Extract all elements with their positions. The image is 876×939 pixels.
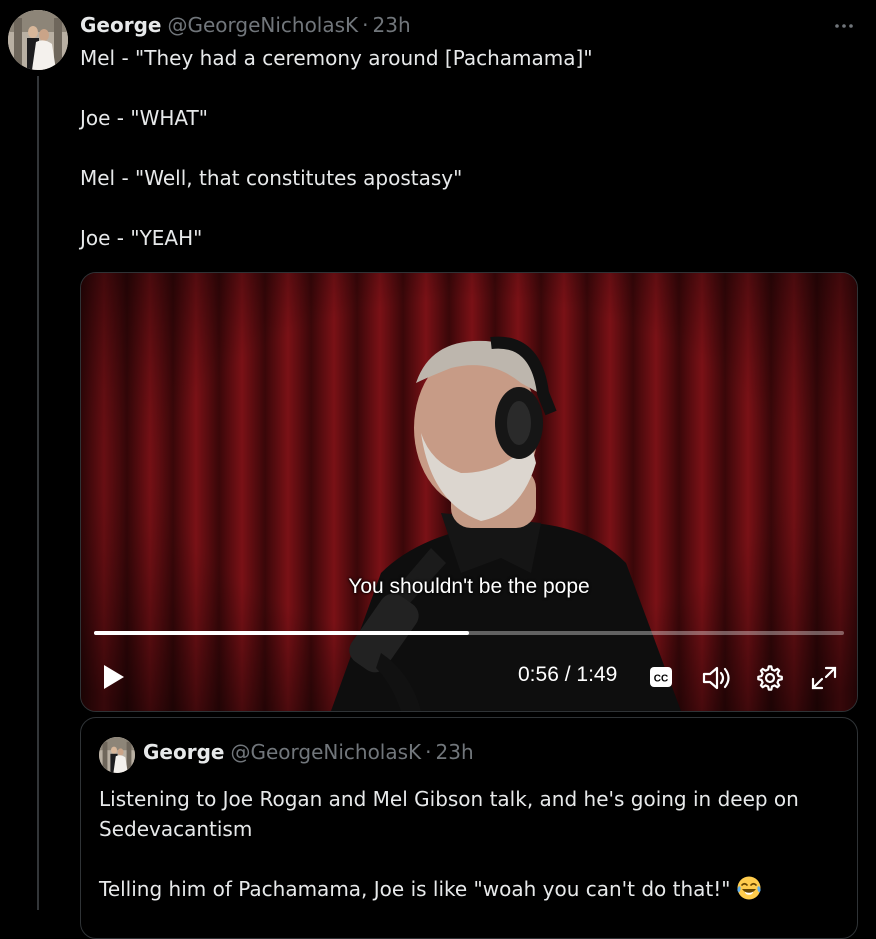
author-handle[interactable]: @GeorgeNicholasK <box>167 13 358 37</box>
tweet-line: Joe - "WHAT" <box>80 106 208 130</box>
quoted-line: Telling him of Pachamama, Joe is like "w… <box>99 874 839 904</box>
cc-icon[interactable]: CC <box>649 664 673 694</box>
cc-label: CC <box>654 674 668 685</box>
quoted-author-avatar[interactable] <box>99 737 135 773</box>
video-frame <box>81 273 857 711</box>
thread-connector-line <box>37 76 39 910</box>
current-time: 0:56 <box>518 663 559 686</box>
tweet-line: Mel - "They had a ceremony around [Pacha… <box>80 46 593 70</box>
more-options-icon[interactable] <box>832 14 856 38</box>
tweet-body: Mel - "They had a ceremony around [Pacha… <box>80 43 850 253</box>
quoted-tweet[interactable]: George @GeorgeNicholasK · 23h Listening … <box>80 717 858 939</box>
tweet-line: Joe - "YEAH" <box>80 226 203 250</box>
quoted-author-handle: @GeorgeNicholasK <box>230 740 422 764</box>
author-name[interactable]: George <box>80 13 161 37</box>
quoted-timestamp: 23h <box>435 740 474 764</box>
video-caption: You shouldn't be the pope <box>348 575 590 598</box>
time-separator: / <box>564 663 571 686</box>
quoted-author-name: George <box>143 740 225 764</box>
play-icon[interactable] <box>101 663 127 691</box>
tears-of-joy-emoji <box>736 875 762 901</box>
video-progress-bar[interactable] <box>94 631 844 635</box>
volume-icon[interactable] <box>701 664 733 696</box>
author-avatar[interactable] <box>8 10 68 70</box>
settings-icon[interactable] <box>756 664 784 696</box>
video-duration: 1:49 <box>576 663 618 686</box>
separator-dot: · <box>362 13 369 37</box>
quoted-line: Listening to Joe Rogan and Mel Gibson ta… <box>99 787 799 841</box>
separator-dot: · <box>425 740 432 764</box>
tweet-line: Mel - "Well, that constitutes apostasy" <box>80 166 463 190</box>
fullscreen-icon[interactable] <box>809 664 839 696</box>
quoted-tweet-body: Listening to Joe Rogan and Mel Gibson ta… <box>99 784 839 904</box>
tweet-timestamp[interactable]: 23h <box>373 13 411 37</box>
video-player[interactable]: You shouldn't be the pope 0:56 / 1:49 CC <box>80 272 858 712</box>
video-progress-fill <box>94 631 469 635</box>
video-timecode: 0:56 / 1:49 <box>518 663 617 687</box>
